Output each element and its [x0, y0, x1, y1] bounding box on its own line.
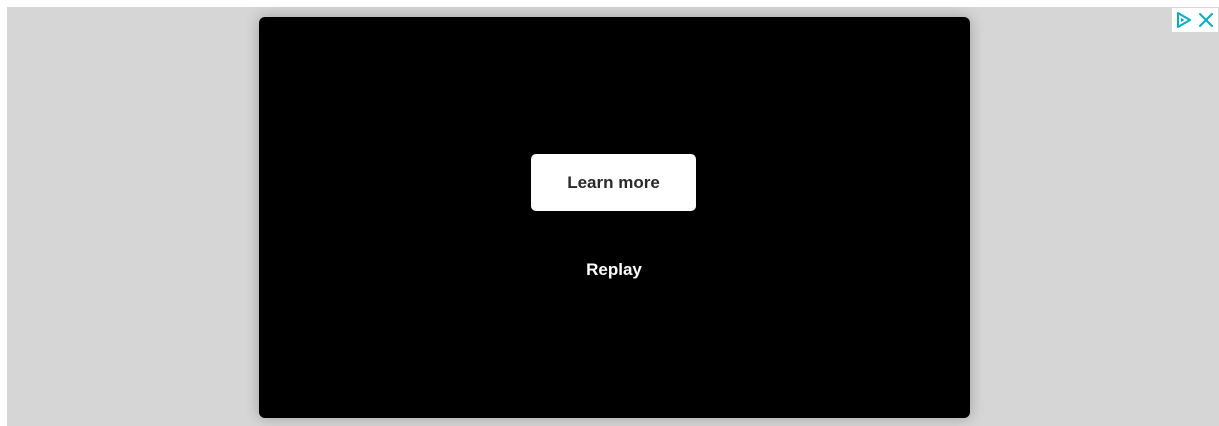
- close-icon[interactable]: [1196, 10, 1216, 30]
- adchoices-triangle-icon[interactable]: [1174, 10, 1194, 30]
- replay-button[interactable]: Replay: [564, 257, 664, 283]
- learn-more-button[interactable]: Learn more: [531, 154, 696, 211]
- ad-frame: Learn more Replay: [7, 7, 1219, 426]
- adchoices-badge: [1172, 8, 1218, 32]
- video-end-screen: Learn more Replay: [259, 17, 970, 418]
